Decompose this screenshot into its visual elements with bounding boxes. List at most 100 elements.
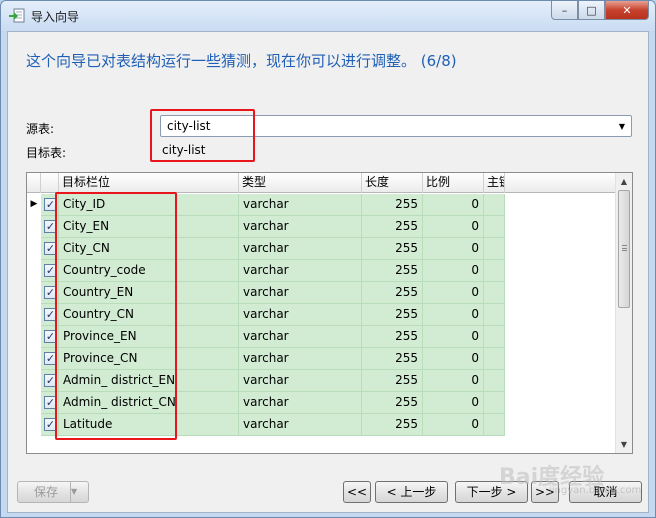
type-cell[interactable]: varchar <box>239 194 362 216</box>
include-checkbox[interactable]: ✓ <box>44 286 57 299</box>
scale-cell[interactable]: 0 <box>423 260 484 282</box>
length-cell[interactable]: 255 <box>362 238 423 260</box>
chevron-down-icon[interactable]: ▼ <box>613 116 631 136</box>
table-row[interactable]: ✓ Country_EN varchar 255 0 <box>27 282 616 304</box>
save-button[interactable]: 保存 ▼ <box>17 481 89 503</box>
table-row[interactable]: ✓ Province_EN varchar 255 0 <box>27 326 616 348</box>
primary-key-cell[interactable] <box>484 304 505 326</box>
include-checkbox[interactable]: ✓ <box>44 220 57 233</box>
include-checkbox[interactable]: ✓ <box>44 242 57 255</box>
field-name-cell[interactable]: Country_CN <box>59 304 239 326</box>
include-checkbox[interactable]: ✓ <box>44 374 57 387</box>
scale-cell[interactable]: 0 <box>423 326 484 348</box>
include-checkbox[interactable]: ✓ <box>44 352 57 365</box>
title-bar[interactable]: 导入向导 – □ ✕ <box>1 1 655 31</box>
field-name-cell[interactable]: City_EN <box>59 216 239 238</box>
field-name-cell[interactable]: City_ID <box>59 194 239 216</box>
include-checkbox[interactable]: ✓ <box>44 264 57 277</box>
length-cell[interactable]: 255 <box>362 304 423 326</box>
field-name-cell[interactable]: Latitude <box>59 414 239 436</box>
scale-cell[interactable]: 0 <box>423 194 484 216</box>
primary-key-cell[interactable] <box>484 260 505 282</box>
minimize-button[interactable]: – <box>551 1 578 20</box>
scale-cell[interactable]: 0 <box>423 282 484 304</box>
include-checkbox[interactable]: ✓ <box>44 308 57 321</box>
table-row[interactable]: ▶ ✓ City_ID varchar 255 0 <box>27 194 616 216</box>
row-selector[interactable] <box>27 414 41 436</box>
include-checkbox[interactable]: ✓ <box>44 396 57 409</box>
scale-cell[interactable]: 0 <box>423 348 484 370</box>
table-row[interactable]: ✓ Country_CN varchar 255 0 <box>27 304 616 326</box>
row-selector[interactable]: ▶ <box>27 194 41 216</box>
row-selector[interactable] <box>27 216 41 238</box>
scroll-thumb[interactable] <box>618 190 630 308</box>
length-cell[interactable]: 255 <box>362 348 423 370</box>
primary-key-cell[interactable] <box>484 392 505 414</box>
column-header-scale[interactable]: 比例 <box>423 173 484 193</box>
source-table-select[interactable]: city-list ▼ <box>160 115 632 137</box>
row-selector[interactable] <box>27 326 41 348</box>
column-header-length[interactable]: 长度 <box>362 173 423 193</box>
type-cell[interactable]: varchar <box>239 304 362 326</box>
primary-key-cell[interactable] <box>484 238 505 260</box>
vertical-scrollbar[interactable]: ▲ ▼ <box>615 173 632 453</box>
type-cell[interactable]: varchar <box>239 260 362 282</box>
type-cell[interactable]: varchar <box>239 326 362 348</box>
table-row[interactable]: ✓ Province_CN varchar 255 0 <box>27 348 616 370</box>
row-selector[interactable] <box>27 260 41 282</box>
length-cell[interactable]: 255 <box>362 282 423 304</box>
maximize-button[interactable]: □ <box>578 1 605 20</box>
type-cell[interactable]: varchar <box>239 414 362 436</box>
include-checkbox[interactable]: ✓ <box>44 418 57 431</box>
length-cell[interactable]: 255 <box>362 260 423 282</box>
scroll-down-icon[interactable]: ▼ <box>616 436 632 453</box>
column-header-primary-key[interactable]: 主键 <box>484 173 505 193</box>
table-row[interactable]: ✓ Latitude varchar 255 0 <box>27 414 616 436</box>
scale-cell[interactable]: 0 <box>423 216 484 238</box>
type-cell[interactable]: varchar <box>239 282 362 304</box>
type-cell[interactable]: varchar <box>239 348 362 370</box>
type-cell[interactable]: varchar <box>239 216 362 238</box>
primary-key-cell[interactable] <box>484 414 505 436</box>
primary-key-cell[interactable] <box>484 216 505 238</box>
table-row[interactable]: ✓ Country_code varchar 255 0 <box>27 260 616 282</box>
field-name-cell[interactable]: Admin_ district_EN <box>59 370 239 392</box>
length-cell[interactable]: 255 <box>362 414 423 436</box>
table-row[interactable]: ✓ City_EN varchar 255 0 <box>27 216 616 238</box>
primary-key-cell[interactable] <box>484 348 505 370</box>
row-selector[interactable] <box>27 370 41 392</box>
type-cell[interactable]: varchar <box>239 392 362 414</box>
length-cell[interactable]: 255 <box>362 194 423 216</box>
first-step-button[interactable]: << <box>343 481 371 503</box>
field-name-cell[interactable]: Country_EN <box>59 282 239 304</box>
field-name-cell[interactable]: City_CN <box>59 238 239 260</box>
scale-cell[interactable]: 0 <box>423 370 484 392</box>
field-name-cell[interactable]: Province_EN <box>59 326 239 348</box>
type-cell[interactable]: varchar <box>239 238 362 260</box>
field-name-cell[interactable]: Admin_ district_CN <box>59 392 239 414</box>
cancel-button[interactable]: 取消 <box>569 481 642 503</box>
previous-button[interactable]: < 上一步 <box>375 481 448 503</box>
primary-key-cell[interactable] <box>484 370 505 392</box>
length-cell[interactable]: 255 <box>362 216 423 238</box>
row-selector[interactable] <box>27 282 41 304</box>
scroll-up-icon[interactable]: ▲ <box>616 173 632 190</box>
table-row[interactable]: ✓ Admin_ district_CN varchar 255 0 <box>27 392 616 414</box>
scale-cell[interactable]: 0 <box>423 304 484 326</box>
column-header-field[interactable]: 目标栏位 <box>59 173 239 193</box>
field-mapping-grid[interactable]: 目标栏位 类型 长度 比例 主键 ▶✓City_IDvarchar2550✓Ci… <box>26 172 633 454</box>
length-cell[interactable]: 255 <box>362 326 423 348</box>
chevron-down-icon[interactable]: ▼ <box>70 482 88 502</box>
next-button[interactable]: 下一步 > <box>455 481 528 503</box>
length-cell[interactable]: 255 <box>362 392 423 414</box>
row-selector[interactable] <box>27 392 41 414</box>
row-selector[interactable] <box>27 238 41 260</box>
scale-cell[interactable]: 0 <box>423 414 484 436</box>
type-cell[interactable]: varchar <box>239 370 362 392</box>
row-selector[interactable] <box>27 304 41 326</box>
scale-cell[interactable]: 0 <box>423 392 484 414</box>
scale-cell[interactable]: 0 <box>423 238 484 260</box>
length-cell[interactable]: 255 <box>362 370 423 392</box>
field-name-cell[interactable]: Province_CN <box>59 348 239 370</box>
close-button[interactable]: ✕ <box>605 1 649 20</box>
